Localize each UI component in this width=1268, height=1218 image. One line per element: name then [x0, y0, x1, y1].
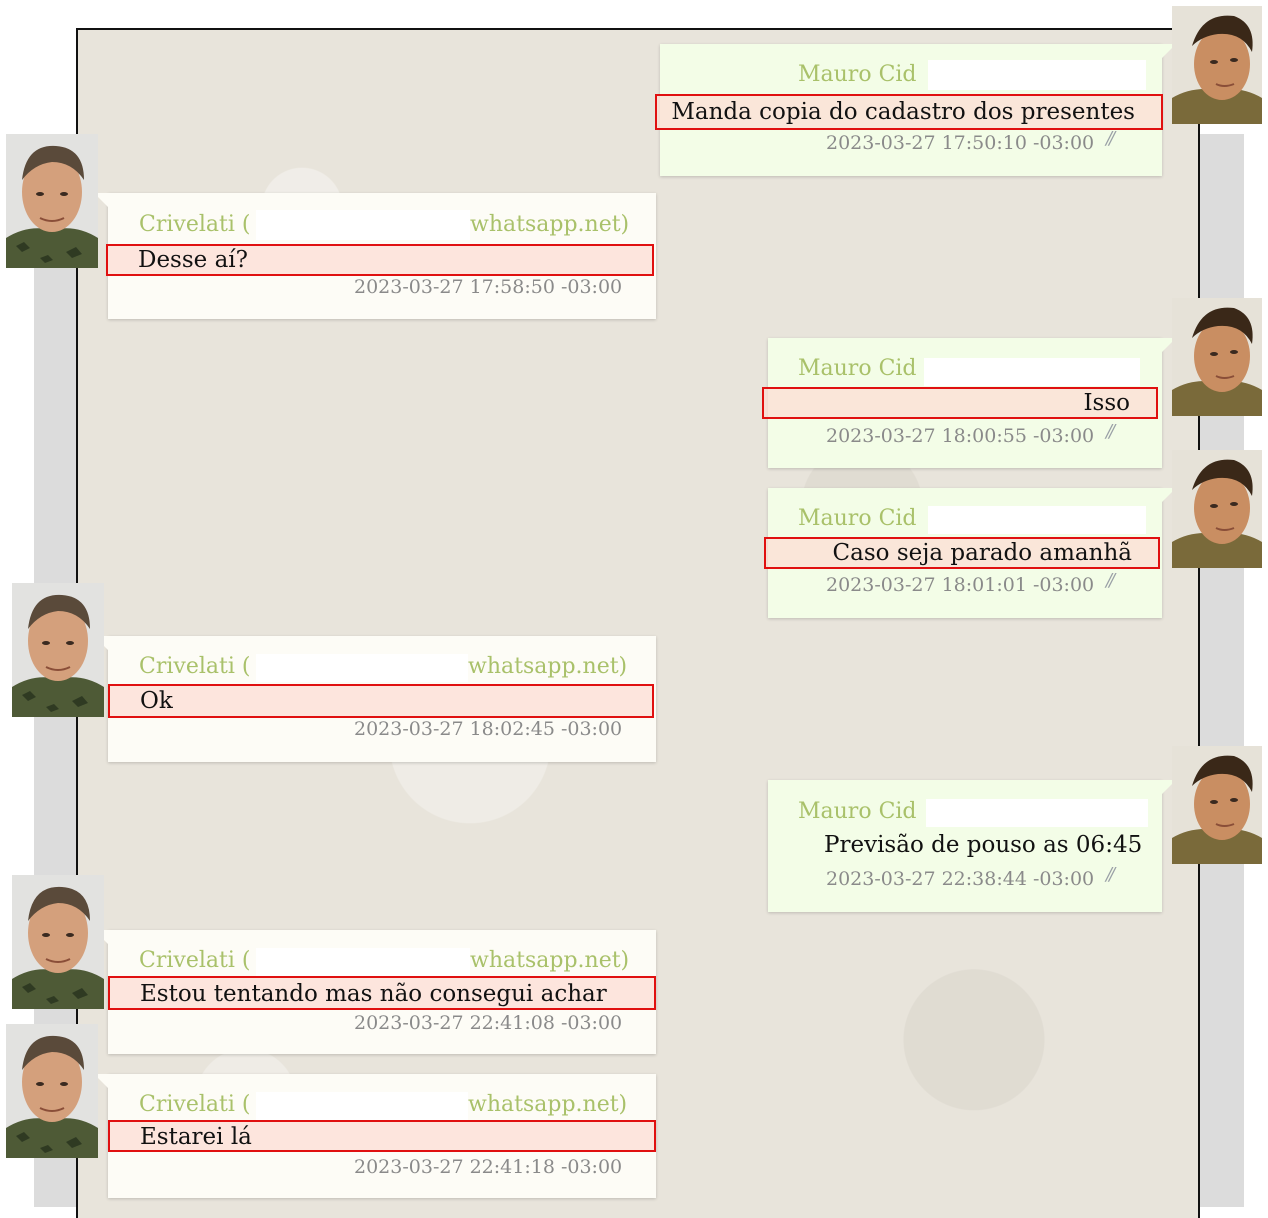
sender-name: Crivelati ( — [139, 1092, 251, 1117]
avatar-mauro-cid — [1172, 298, 1262, 416]
sender-domain: whatsapp.net) — [468, 654, 628, 679]
read-receipt-icon: // — [1106, 421, 1115, 442]
avatar-mauro-cid — [1172, 450, 1262, 568]
message-timestamp: 2023-03-27 17:50:10 -03:00 — [826, 132, 1095, 154]
sender-name: Mauro Cid — [798, 506, 917, 531]
avatar-mauro-cid — [1172, 6, 1262, 124]
redacted-phone — [924, 358, 1140, 386]
message-timestamp: 2023-03-27 18:02:45 -03:00 — [354, 718, 623, 740]
avatar-crivelati — [6, 1024, 98, 1158]
redacted-phone — [256, 654, 468, 682]
avatar-crivelati — [6, 134, 98, 268]
sender-name: Mauro Cid — [798, 799, 917, 824]
sender-name: Mauro Cid — [798, 356, 917, 381]
sender-name: Crivelati ( — [139, 212, 251, 237]
read-receipt-icon: // — [1106, 864, 1115, 885]
message-timestamp: 2023-03-27 22:41:18 -03:00 — [354, 1156, 623, 1178]
message-text: Ok — [108, 684, 654, 718]
redacted-phone — [928, 506, 1146, 534]
redacted-phone — [256, 210, 470, 240]
avatar-crivelati — [12, 583, 104, 717]
right-margin-strip — [1200, 134, 1244, 1207]
message-text: Manda copia do cadastro dos presentes — [655, 94, 1163, 130]
message-text: Isso — [762, 387, 1158, 419]
message-text: Estou tentando mas não consegui achar — [108, 976, 656, 1010]
redacted-phone — [256, 948, 470, 976]
read-receipt-icon: // — [1106, 570, 1115, 591]
message-timestamp: 2023-03-27 17:58:50 -03:00 — [354, 276, 623, 298]
sender-domain: whatsapp.net) — [468, 1092, 628, 1117]
sender-name: Crivelati ( — [139, 654, 251, 679]
message-text: Caso seja parado amanhã — [764, 537, 1160, 569]
message-timestamp: 2023-03-27 22:38:44 -03:00 — [826, 868, 1095, 890]
redacted-phone — [928, 60, 1146, 90]
message-timestamp: 2023-03-27 22:41:08 -03:00 — [354, 1012, 623, 1034]
sender-name: Mauro Cid — [798, 62, 917, 87]
redacted-phone — [926, 799, 1148, 827]
message-text: Desse aí? — [106, 244, 654, 276]
sender-domain: whatsapp.net) — [470, 948, 630, 973]
sender-name: Crivelati ( — [139, 948, 251, 973]
redacted-phone — [256, 1092, 468, 1120]
message-text: Previsão de pouso as 06:45 — [824, 832, 1143, 858]
sender-domain: whatsapp.net) — [470, 212, 630, 237]
avatar-mauro-cid — [1172, 746, 1262, 864]
message-timestamp: 2023-03-27 18:00:55 -03:00 — [826, 425, 1095, 447]
message-text: Estarei lá — [108, 1120, 656, 1152]
message-timestamp: 2023-03-27 18:01:01 -03:00 — [826, 574, 1095, 596]
read-receipt-icon: // — [1106, 128, 1115, 149]
avatar-crivelati — [12, 875, 104, 1009]
